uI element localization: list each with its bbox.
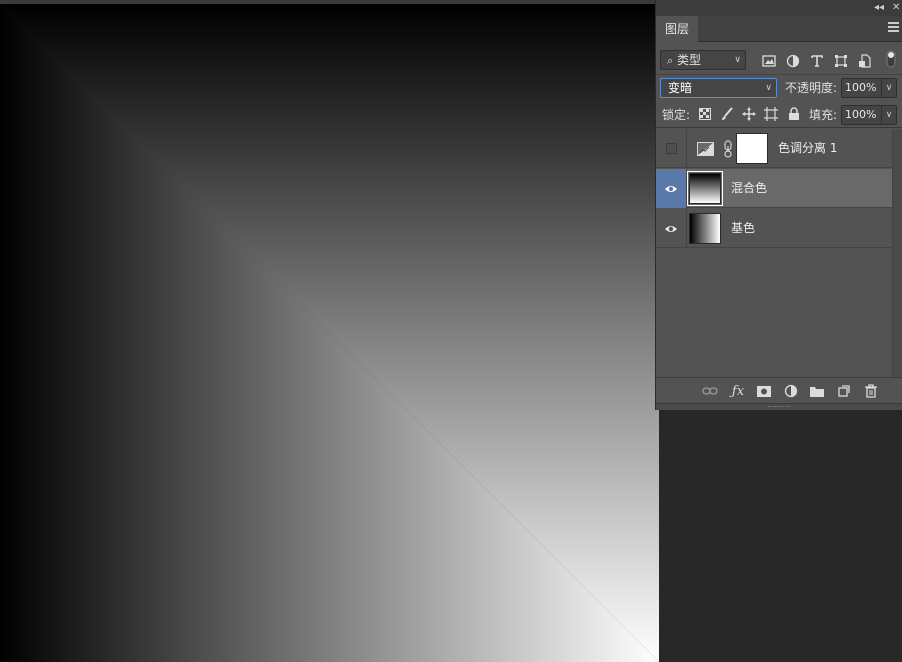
filter-row: ⌕ 类型 ∨ xyxy=(656,42,902,75)
layer-name: 混合色 xyxy=(731,181,768,195)
layer-row-blend[interactable]: 混合色 xyxy=(656,169,892,208)
shape-filter-icon[interactable] xyxy=(833,53,849,69)
tab-layers[interactable]: 图层 xyxy=(656,16,698,42)
panel-tab-bar: 图层 xyxy=(656,16,902,42)
panel-menu-icon[interactable] xyxy=(888,22,899,34)
new-adjustment-icon[interactable] xyxy=(783,383,799,399)
lock-image-icon[interactable] xyxy=(720,107,734,121)
filter-toggle-icon[interactable] xyxy=(883,50,899,68)
layer-thumbnail[interactable] xyxy=(689,213,721,244)
layer-list: 色调分离 1 混合色 基色 xyxy=(656,129,892,377)
new-group-icon[interactable] xyxy=(809,383,825,399)
search-icon: ⌕ xyxy=(667,54,674,67)
blend-mode-value: 变暗 xyxy=(668,81,693,95)
layer-name: 基色 xyxy=(731,221,756,235)
fill-label: 填充: xyxy=(809,108,838,122)
panel-resize-grip[interactable] xyxy=(656,403,902,410)
mask-link-icon[interactable] xyxy=(724,140,732,162)
filter-type-select[interactable]: ⌕ 类型 ∨ xyxy=(660,50,746,70)
lock-row: 锁定: 填充: 100% ∨ xyxy=(656,102,902,128)
visibility-toggle[interactable] xyxy=(656,129,687,168)
layer-row-base[interactable]: 基色 xyxy=(656,209,892,248)
visibility-off-icon xyxy=(665,143,677,154)
document-canvas[interactable] xyxy=(0,4,659,662)
eye-icon xyxy=(665,225,677,232)
link-layers-icon[interactable] xyxy=(702,383,718,399)
new-layer-icon[interactable] xyxy=(836,383,852,399)
photoshop-workspace: ◂◂ ✕ 图层 ⌕ 类型 ∨ 变暗 ∨ 不透明度: 100% ∨ 锁定: 填充:… xyxy=(0,0,902,662)
chevron-down-icon: ∨ xyxy=(765,83,772,93)
visibility-toggle[interactable] xyxy=(656,209,687,248)
chevron-down-icon: ∨ xyxy=(734,55,741,65)
opacity-value: 100% xyxy=(845,81,877,94)
layers-panel-footer: ƒx xyxy=(656,377,902,403)
fx-icon[interactable]: ƒx xyxy=(730,383,746,399)
delete-icon[interactable] xyxy=(863,383,879,399)
eye-icon xyxy=(665,185,677,192)
fill-input[interactable]: 100% ∨ xyxy=(841,105,897,125)
lock-label: 锁定: xyxy=(662,108,691,122)
chevron-down-icon[interactable]: ∨ xyxy=(881,79,896,97)
lock-all-icon[interactable] xyxy=(787,107,801,121)
close-icon[interactable]: ✕ xyxy=(892,1,900,15)
opacity-input[interactable]: 100% ∨ xyxy=(841,78,897,98)
blend-mode-select[interactable]: 变暗 ∨ xyxy=(660,78,777,98)
layer-name: 色调分离 1 xyxy=(778,141,838,155)
adjustment-layer-icon xyxy=(697,141,714,160)
lock-artboard-icon[interactable] xyxy=(764,107,778,121)
opacity-label: 不透明度: xyxy=(785,81,838,95)
fill-value: 100% xyxy=(845,108,877,121)
filter-type-label: 类型 xyxy=(677,53,702,67)
adjustment-filter-icon[interactable] xyxy=(785,53,801,69)
layer-row-posterize[interactable]: 色调分离 1 xyxy=(656,129,892,168)
blend-row: 变暗 ∨ 不透明度: 100% ∨ xyxy=(656,75,902,102)
image-filter-icon[interactable] xyxy=(761,53,777,69)
layer-list-scrollbar[interactable] xyxy=(892,129,902,377)
layer-mask-thumbnail[interactable] xyxy=(736,133,768,164)
visibility-toggle[interactable] xyxy=(656,169,687,208)
chevron-down-icon[interactable]: ∨ xyxy=(881,106,896,124)
type-filter-icon[interactable] xyxy=(809,53,825,69)
lock-position-icon[interactable] xyxy=(742,107,756,121)
panel-collapse-bar: ◂◂ ✕ xyxy=(656,0,902,16)
smart-object-filter-icon[interactable] xyxy=(857,53,873,69)
collapse-icon[interactable]: ◂◂ xyxy=(874,1,884,15)
lock-transparent-icon[interactable] xyxy=(698,107,712,121)
layer-thumbnail[interactable] xyxy=(687,171,723,206)
layers-panel: ◂◂ ✕ 图层 ⌕ 类型 ∨ 变暗 ∨ 不透明度: 100% ∨ 锁定: 填充:… xyxy=(655,0,902,410)
mask-icon[interactable] xyxy=(756,383,772,399)
